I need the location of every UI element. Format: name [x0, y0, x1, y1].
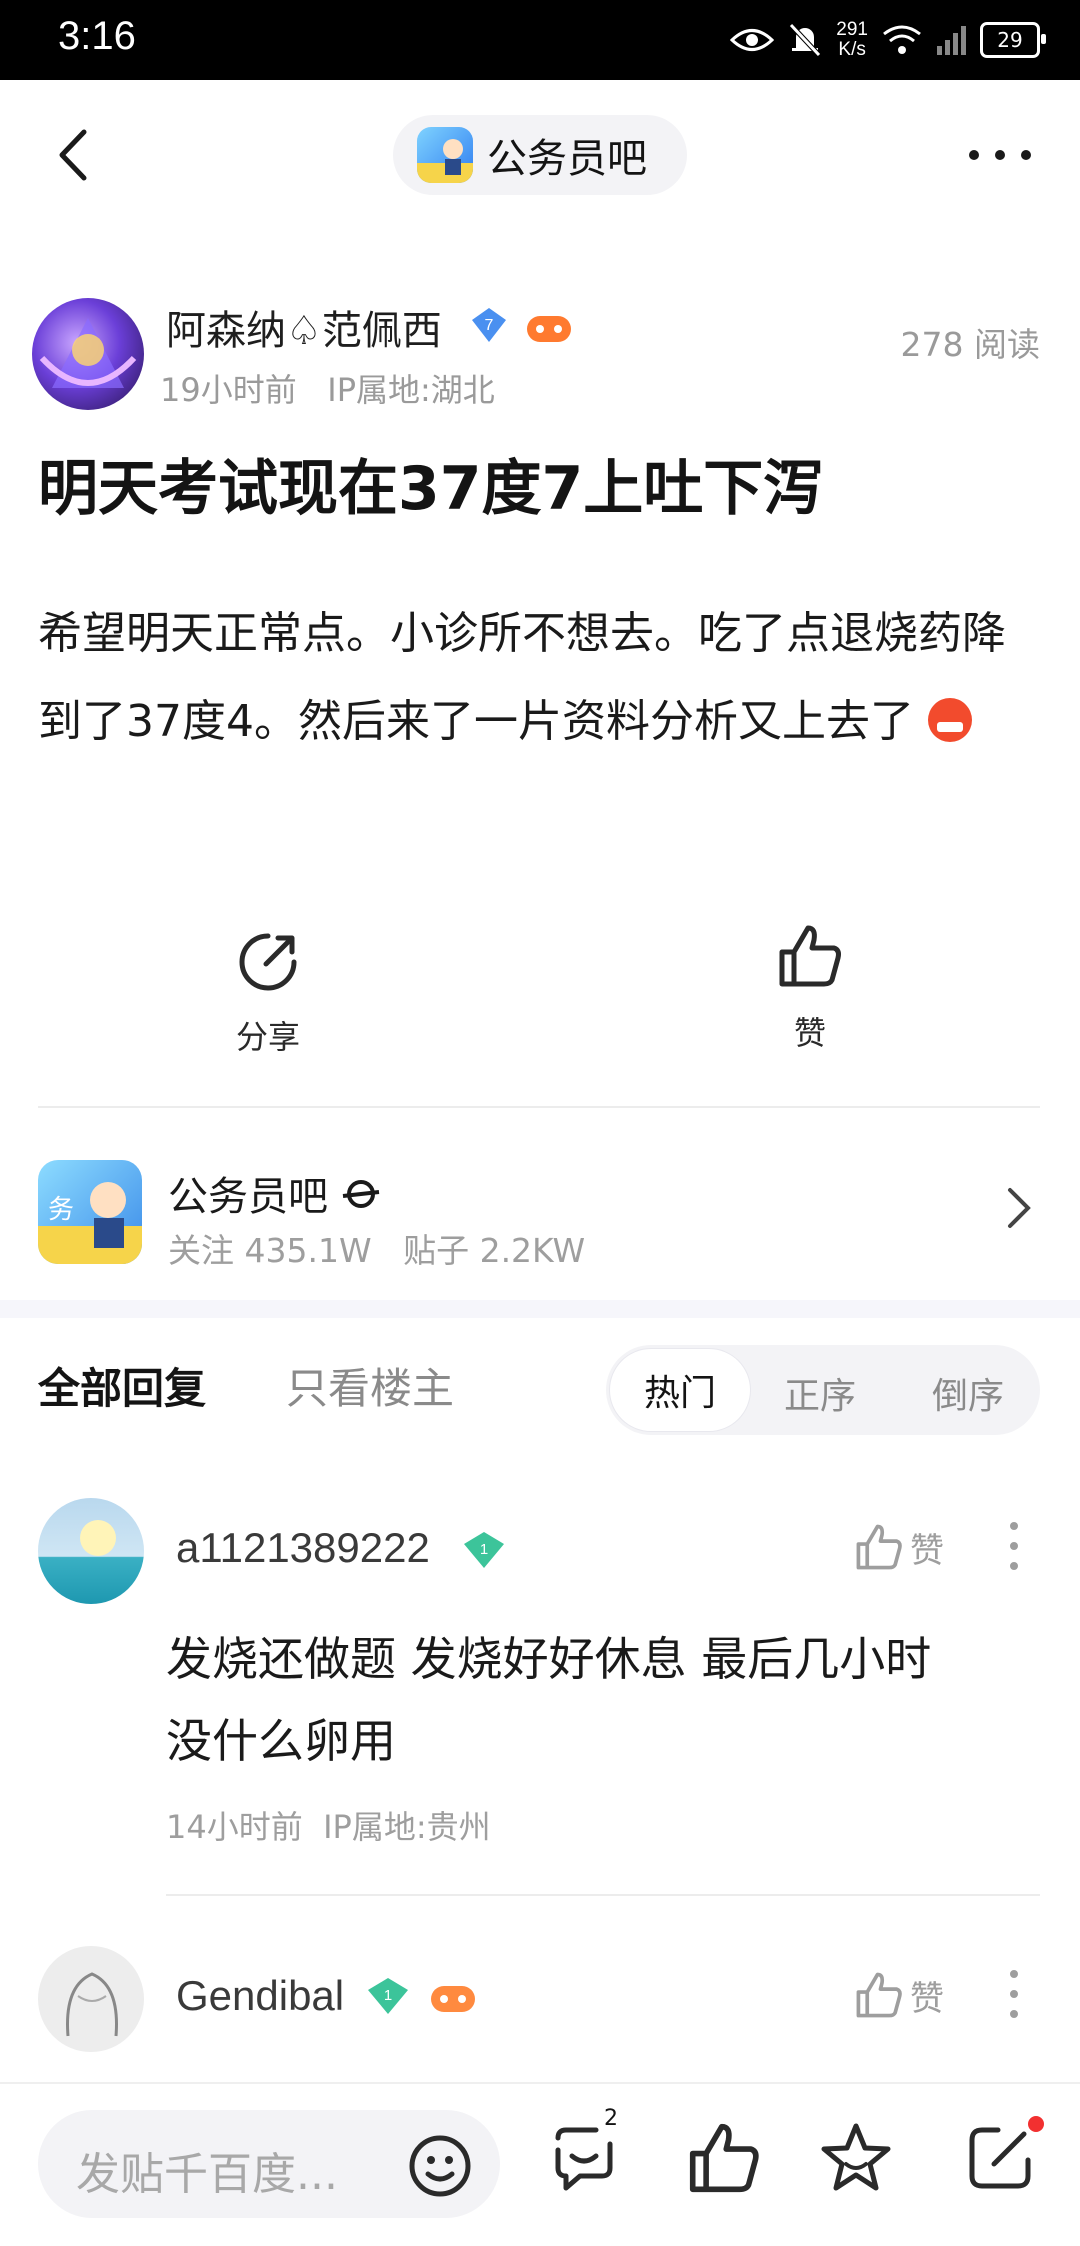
- comment-meta: 14小时前 IP属地:贵州: [166, 1802, 491, 1848]
- sort-hot-button[interactable]: 热门: [610, 1349, 750, 1431]
- forum-name: 公务员吧: [487, 136, 647, 182]
- comment-like-label: 赞: [910, 1978, 944, 2019]
- forum-stats: 关注 435.1W 贴子 2.2KW: [168, 1224, 585, 1272]
- divider: [38, 1106, 1040, 1108]
- comment-more-button[interactable]: [1006, 1518, 1022, 1574]
- write-post-button[interactable]: [962, 2116, 1044, 2200]
- svg-text:1: 1: [384, 1987, 392, 2004]
- eye-icon: [730, 29, 775, 51]
- favorite-button[interactable]: [818, 2120, 898, 2200]
- tab-op-only[interactable]: 只看楼主: [286, 1355, 454, 1416]
- sort-toggle: 热门 正序 倒序: [606, 1345, 1040, 1435]
- svg-text:1: 1: [480, 1541, 488, 1558]
- net-speed: 291 K/s: [836, 19, 868, 60]
- comment-time: 14小时前: [166, 1808, 303, 1846]
- section-gap: [0, 1300, 1080, 1318]
- forum-card-logo[interactable]: 务: [38, 1160, 142, 1264]
- comment-like-label: 赞: [910, 1530, 944, 1571]
- signal-icon: [937, 26, 966, 55]
- author-avatar[interactable]: [32, 298, 144, 410]
- like-label: 赞: [793, 1014, 826, 1052]
- reply-input[interactable]: 发贴千百度...: [38, 2110, 500, 2218]
- share-button[interactable]: 分享: [218, 930, 318, 1058]
- comment-username[interactable]: a1121389222: [176, 1524, 430, 1572]
- comment-count-badge: 2: [604, 2106, 618, 2131]
- comment-like-button[interactable]: 赞: [854, 1522, 944, 1572]
- author-name[interactable]: 阿森纳♤范佩西: [166, 298, 442, 356]
- comment-more-button[interactable]: [1006, 1966, 1022, 2022]
- comments-button[interactable]: 2: [548, 2106, 628, 2200]
- sort-desc-button[interactable]: 倒序: [932, 1367, 1004, 1419]
- thumbs-up-icon: [856, 1972, 902, 2018]
- comment-avatar[interactable]: [38, 1498, 144, 1604]
- post-body-text: 希望明天正常点。小诊所不想去。吃了点退烧药降到了37度4。然后来了一片资料分析又…: [38, 608, 1006, 747]
- thumbs-up-icon: [779, 925, 841, 987]
- sort-asc-button[interactable]: 正序: [784, 1367, 856, 1419]
- comment-text-line: 发烧还做题 发烧好好休息 最后几小时: [166, 1632, 932, 1686]
- more-options-button[interactable]: [960, 135, 1040, 175]
- comment-username[interactable]: Gendibal: [176, 1972, 344, 2020]
- notification-dot: [1028, 2116, 1044, 2132]
- forum-pill[interactable]: 公务员吧: [393, 115, 687, 195]
- planet-icon: [342, 1180, 379, 1208]
- post-title: 明天考试现在37度7上吐下泻: [38, 454, 824, 524]
- forum-card-name[interactable]: 公务员吧: [168, 1164, 381, 1222]
- like-post-button[interactable]: 赞: [760, 922, 860, 1054]
- post-ip: IP属地:湖北: [327, 371, 495, 409]
- comment-like-button[interactable]: 赞: [854, 1970, 944, 2020]
- share-icon: [239, 933, 297, 991]
- status-icons: 291 K/s 29: [730, 16, 1046, 64]
- comment-ip: IP属地:贵州: [323, 1808, 491, 1846]
- read-count: 278 阅读: [900, 325, 1040, 364]
- post-body: 希望明天正常点。小诊所不想去。吃了点退烧药降到了37度4。然后来了一片资料分析又…: [38, 590, 1048, 766]
- mute-bell-icon: [789, 23, 822, 57]
- emoji-icon[interactable]: [408, 2134, 472, 2198]
- post-meta: 19小时前 IP属地:湖北: [160, 365, 495, 411]
- battery-icon: 29: [980, 22, 1046, 58]
- svg-text:务: 务: [48, 1195, 74, 1225]
- chevron-right-icon[interactable]: [1004, 1186, 1034, 1230]
- star-icon: [821, 2123, 891, 2191]
- top-nav: 公务员吧: [0, 80, 1080, 230]
- reply-placeholder: 发贴千百度...: [76, 2149, 338, 2200]
- status-bar: 3:16 291 K/s 29: [0, 0, 1080, 80]
- svg-text:7: 7: [485, 317, 494, 334]
- level-badge-icon: 1: [464, 1532, 504, 1568]
- comment-avatar[interactable]: [38, 1946, 144, 2052]
- status-time: 3:16: [58, 14, 136, 58]
- thumbs-up-icon: [856, 1524, 902, 1570]
- back-button[interactable]: [40, 120, 110, 190]
- game-badge-icon: [431, 1986, 475, 2012]
- comment-text-line: 没什么卵用: [166, 1714, 396, 1768]
- forum-followers: 关注 435.1W: [168, 1231, 372, 1270]
- edit-icon: [969, 2127, 1031, 2189]
- comment-icon: [555, 2127, 613, 2191]
- share-label: 分享: [235, 1018, 300, 1056]
- like-button[interactable]: [686, 2120, 766, 2200]
- post-time: 19小时前: [160, 371, 297, 409]
- forum-posts: 贴子 2.2KW: [403, 1231, 586, 1270]
- wifi-icon: [883, 25, 921, 54]
- bottom-bar: 发贴千百度... 2: [0, 2082, 1080, 2246]
- comment-text: 发烧还做题 发烧好好休息 最后几小时 没什么卵用: [166, 1618, 931, 1782]
- level-badge-icon: 1: [368, 1978, 408, 2014]
- thumbs-up-icon: [689, 2123, 759, 2193]
- forum-logo-icon: [417, 127, 473, 183]
- angry-emoji-icon: [927, 698, 972, 742]
- tab-all-replies[interactable]: 全部回复: [38, 1355, 206, 1416]
- divider: [166, 1894, 1040, 1896]
- level-badge-icon: 7: [472, 308, 506, 342]
- game-badge-icon: [527, 316, 571, 342]
